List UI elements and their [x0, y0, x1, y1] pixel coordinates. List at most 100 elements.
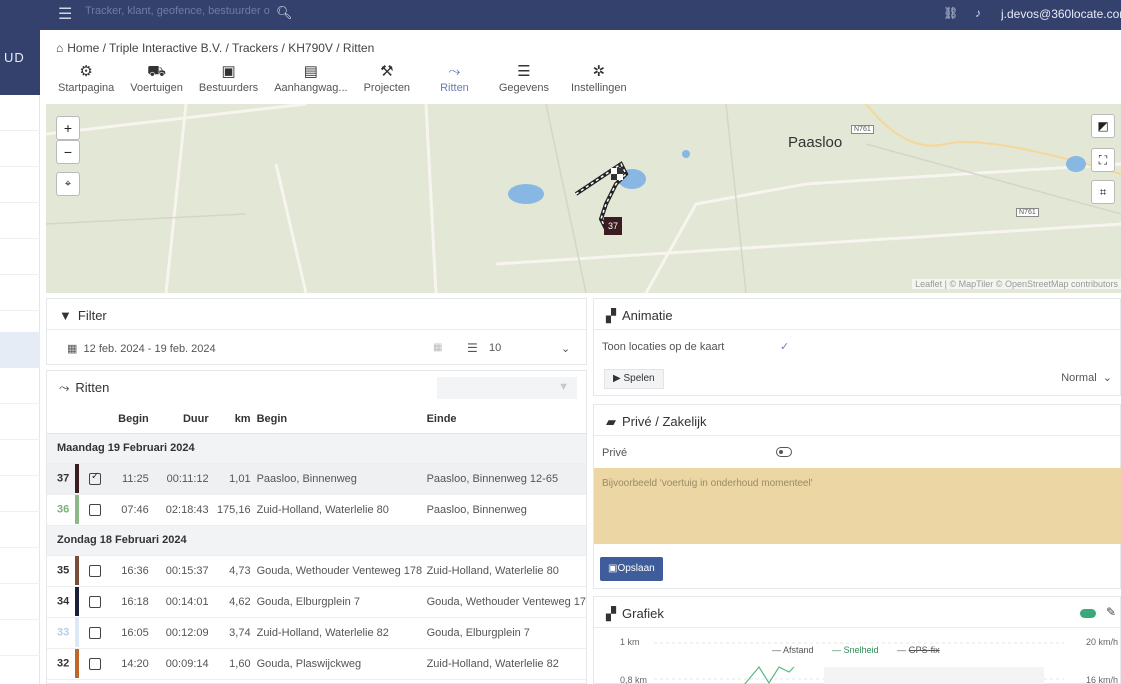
- zoom-in-button[interactable]: +: [56, 116, 80, 140]
- sidebar-item[interactable]: [0, 584, 40, 620]
- ritten-title-text: Ritten: [75, 380, 110, 395]
- bell-icon[interactable]: ♪: [975, 6, 981, 20]
- col-duur[interactable]: Duur: [156, 405, 215, 434]
- gear-icon: ✲: [592, 63, 606, 80]
- tab-voertuigen[interactable]: ⛟ Voertuigen: [122, 62, 191, 104]
- link-icon[interactable]: ⛓: [943, 6, 958, 20]
- map[interactable]: + − ⌖ ◩ ⛶ ⌗ Paasloo N761 N761 37 Leaflet…: [46, 104, 1121, 293]
- search-input[interactable]: Tracker, klant, geofence, bestuurder o: [85, 5, 270, 23]
- trip-number-text: 36: [57, 503, 70, 516]
- trip-checkbox: [82, 586, 107, 618]
- filter-row: ▦ 12 feb. 2024 - 19 feb. 2024 ▦ ☰ 10 ⌄: [47, 331, 586, 364]
- table-row[interactable]: 35 16:36 00:15:37 4,73 Gouda, Wethouder Vent…: [47, 555, 586, 587]
- checkbox[interactable]: [88, 595, 101, 608]
- sidebar-item[interactable]: [0, 440, 40, 476]
- trip-number-text: 32: [57, 657, 70, 670]
- sidebar-item[interactable]: [0, 476, 40, 512]
- trip-begin-time: 07:46: [106, 494, 157, 526]
- trip-from: Gouda, Elburgplein 7: [256, 586, 427, 618]
- zoom-out-button[interactable]: −: [56, 140, 80, 164]
- filter-icon: ▼: [558, 381, 569, 393]
- play-button[interactable]: ▶ Spelen: [604, 369, 664, 389]
- date-range-field[interactable]: ▦ 12 feb. 2024 - 19 feb. 2024: [67, 342, 216, 355]
- calendar-icon: ▦: [67, 343, 78, 355]
- check-icon[interactable]: ✓: [780, 340, 789, 353]
- divider: [594, 329, 1120, 330]
- table-row[interactable]: 33 16:05 00:12:09 3,74 Zuid-Holland, Waterle…: [47, 617, 586, 649]
- trip-km: 4,73: [214, 555, 257, 587]
- trip-duration: 00:15:37: [156, 555, 215, 587]
- table-row[interactable]: 37 11:2500:11:121,01Paasloo, BinnenwegPaa…: [47, 463, 586, 495]
- breadcrumb-text[interactable]: Home / Triple Interactive B.V. / Tracker…: [67, 41, 374, 55]
- checkbox[interactable]: [88, 471, 101, 485]
- trip-color-bar: [75, 649, 80, 678]
- tab-gegevens[interactable]: ☰ Gegevens: [491, 62, 557, 104]
- id-card-icon: ▣: [221, 63, 236, 80]
- sidebar-item[interactable]: [0, 131, 40, 167]
- filter-panel: ▼ Filter ▦ 12 feb. 2024 - 19 feb. 2024 ▦ …: [46, 298, 587, 365]
- trip-checkbox: [82, 494, 107, 526]
- show-locations-label: Toon locaties op de kaart: [602, 341, 725, 353]
- search-icon[interactable]: 🔍︎: [276, 5, 293, 21]
- trip-to: Zuid-Holland, Waterlelie 80: [426, 555, 586, 587]
- page-size-select[interactable]: 10: [489, 342, 501, 354]
- trip-km: 4,62: [214, 586, 257, 618]
- table-row[interactable]: 36 07:46 02:18:43 175,16 Zuid-Holland, Water…: [47, 494, 586, 526]
- col-begin-time[interactable]: Begin: [106, 405, 157, 434]
- map-attribution[interactable]: Leaflet | © MapTiler © OpenStreetMap con…: [912, 279, 1121, 289]
- col-einde[interactable]: Einde: [426, 405, 586, 434]
- sidebar-item[interactable]: [0, 512, 40, 548]
- chevron-down-icon[interactable]: ⌄: [561, 342, 570, 355]
- prive-toggle[interactable]: [776, 447, 792, 457]
- road-tag: N761: [1016, 208, 1039, 217]
- tab-startpagina[interactable]: ⚙ Startpagina: [50, 62, 122, 104]
- filter-title-text: Filter: [77, 308, 107, 323]
- trip-marker[interactable]: 37: [604, 217, 622, 235]
- checkbox[interactable]: [88, 564, 101, 577]
- save-button[interactable]: ▣Opslaan: [600, 557, 663, 581]
- map-tiles: [46, 104, 1121, 293]
- filter-icon: ▼: [59, 308, 72, 323]
- table-row[interactable]: 32 14:20 00:09:14 1,60 Gouda, Plaswijckweg Zu…: [47, 648, 586, 680]
- tab-ritten[interactable]: ⤳ Ritten: [418, 62, 491, 104]
- hamburger-icon[interactable]: ☰: [58, 4, 72, 24]
- layers-icon[interactable]: ◩: [1091, 114, 1115, 138]
- user-email[interactable]: j.devos@360locate.com: [1001, 7, 1121, 21]
- crop-icon[interactable]: ⌗: [1091, 180, 1115, 204]
- fullscreen-icon[interactable]: ⛶: [1091, 148, 1115, 172]
- sidebar-item[interactable]: [0, 404, 40, 440]
- sidebar-item[interactable]: [0, 620, 40, 656]
- tab-label: Voertuigen: [130, 82, 183, 94]
- sidebar-item[interactable]: [0, 203, 40, 239]
- sidebar-item[interactable]: [0, 275, 40, 311]
- sidebar-item[interactable]: [0, 368, 40, 404]
- note-textarea[interactable]: Bijvoorbeeld 'voertuig in onderhoud mome…: [594, 468, 1121, 544]
- tab-bestuurders[interactable]: ▣ Bestuurders: [191, 62, 266, 104]
- trip-color-bar: [75, 495, 80, 524]
- col-begin-location[interactable]: Begin: [256, 405, 427, 434]
- tab-instellingen[interactable]: ✲ Instellingen: [557, 62, 641, 104]
- trip-begin-time: 16:05: [106, 617, 157, 649]
- locate-icon[interactable]: ⌖: [56, 172, 80, 196]
- sidebar-item-active[interactable]: [0, 332, 40, 368]
- chevron-down-icon: ⌄: [1102, 372, 1112, 384]
- tab-projecten[interactable]: ⚒ Projecten: [356, 62, 418, 104]
- date-range-value: 12 feb. 2024 - 19 feb. 2024: [83, 343, 216, 355]
- car-icon: ⛟: [147, 63, 166, 80]
- sidebar-item[interactable]: [0, 167, 40, 203]
- home-icon[interactable]: ⌂: [56, 41, 63, 55]
- sidebar-item[interactable]: [0, 95, 40, 131]
- speed-select[interactable]: Normal ⌄: [1061, 371, 1112, 384]
- animatie-title: ▞ Animatie: [606, 308, 673, 324]
- col-km[interactable]: km: [214, 405, 257, 434]
- sidebar-item[interactable]: [0, 239, 40, 275]
- checkbox[interactable]: [88, 626, 101, 639]
- table-row[interactable]: 34 16:18 00:14:01 4,62 Gouda, Elburgplein 7G…: [47, 586, 586, 618]
- sidebar-item[interactable]: [0, 548, 40, 584]
- checkbox[interactable]: [88, 657, 101, 670]
- tab-aanhangwagens[interactable]: ▤ Aanhangwag...: [266, 62, 355, 104]
- checkbox[interactable]: [88, 503, 101, 516]
- calendar-icon[interactable]: ▦: [433, 342, 442, 353]
- chip-icon: ⚙: [79, 63, 93, 80]
- ritten-filter-input[interactable]: ▼: [437, 377, 577, 399]
